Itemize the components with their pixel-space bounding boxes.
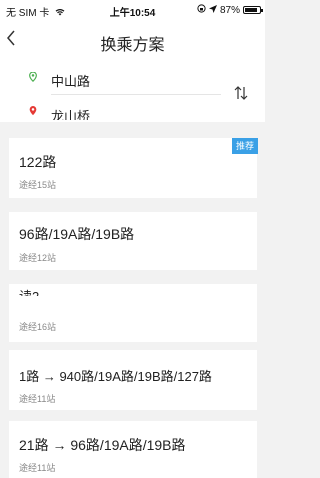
swap-vertical-icon (234, 86, 248, 100)
status-right: 87% (197, 4, 263, 16)
battery-percent: 87% (219, 4, 240, 16)
plan-route: 读2 (19, 286, 39, 296)
plan-stops: 途经11站 (19, 463, 56, 473)
plan-stops: 途经16站 (19, 322, 57, 332)
route-input-panel: 中山路 龙山桥 (0, 62, 265, 122)
plan-stops: 途经15站 (19, 180, 57, 190)
location-arrow-icon (208, 4, 217, 16)
plan-card[interactable]: 96路/19A路/19B路 途经12站 (9, 212, 257, 270)
recommend-badge: 推荐 (231, 138, 258, 154)
input-divider (51, 94, 221, 95)
destination-pin-icon (29, 106, 37, 116)
plan-route: 122路 (19, 154, 57, 170)
nav-bar: 换乘方案 (0, 20, 265, 62)
plan-stops: 途经11站 (19, 394, 56, 404)
plan-route: 1路 → 940路/19A路/19B路/127路 (19, 369, 212, 384)
status-bar: 无 SIM 卡 上午10:54 87% (0, 0, 265, 20)
battery-icon (243, 6, 263, 14)
plan-card[interactable]: 1路 → 940路/19A路/19B路/127路 途经11站 (9, 350, 257, 410)
origin-field[interactable]: 中山路 (51, 71, 90, 90)
swap-button[interactable] (234, 86, 248, 103)
plan-card[interactable]: 122路 途经15站 推荐 (9, 138, 258, 198)
page-title: 换乘方案 (100, 37, 165, 54)
plan-card[interactable]: 21路 → 96路/19A路/19B路 途经11站 (9, 421, 257, 478)
origin-pin-icon (29, 72, 37, 82)
destination-field[interactable]: 龙山桥 (51, 106, 90, 120)
plan-route: 21路 → 96路/19A路/19B路 (19, 437, 186, 453)
plan-route: 96路/19A路/19B路 (19, 226, 135, 242)
plan-stops: 途经12站 (19, 253, 57, 263)
lock-rotation-icon (197, 4, 206, 16)
plan-card[interactable]: 读2 途经16站 (9, 284, 257, 342)
